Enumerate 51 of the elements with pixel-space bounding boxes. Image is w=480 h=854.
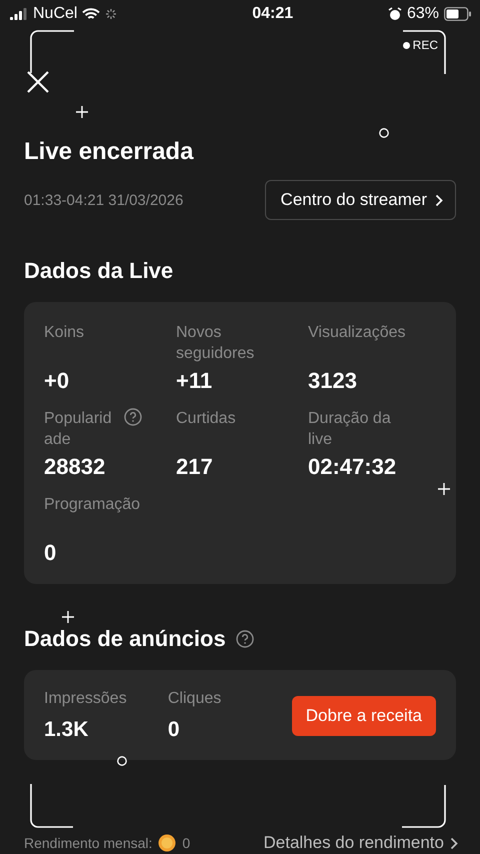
chevron-icon [450,836,458,850]
signal-icon [10,8,28,20]
stat-value: 1.3K [44,718,90,742]
crosshair-icon [438,483,450,495]
chevron-icon [435,194,443,206]
stat-value: 0 [168,718,181,742]
streamer-center-button[interactable]: Centro do streamer [264,180,456,220]
crosshair-icon [62,611,74,623]
monthly-income-label: Rendimento mensal: [24,835,152,851]
crosshair-icon [76,106,88,118]
section-title: Dados da Live [24,258,174,284]
coin-icon [158,834,176,852]
stat-label: Koins [44,323,84,343]
help-icon[interactable] [236,630,254,648]
stat-value: 0 [44,540,58,566]
stat-value: +11 [176,368,214,394]
alarm-icon [388,7,402,21]
stat-label: Cliques [168,690,222,708]
live-time-range: 01:33-04:21 31/03/2026 [24,192,184,208]
battery-percent: 63% [406,5,439,23]
frame-corner-icon [402,30,446,74]
circle-icon [117,756,127,766]
status-time: 04:21 [252,5,294,23]
stat-label: Programação [44,495,140,515]
stat-value: 28832 [44,454,106,480]
section-title: Dados de anúncios [24,626,226,652]
stat-value: 02:47:32 [308,454,398,480]
frame-corner-icon [402,784,446,828]
stat-value: +0 [44,368,70,394]
carrier-name: NuCel [33,5,78,23]
circle-icon [379,128,389,138]
monthly-income-value: 0 [182,835,190,851]
frame-corner-icon [30,784,74,828]
stat-label: Visualizações [308,323,406,343]
wifi-icon [82,8,100,20]
stat-label: Popularidade [44,409,113,450]
stat-value: 217 [176,454,214,480]
loading-icon [105,8,118,20]
rec-label: REC [412,38,438,52]
double-revenue-button[interactable]: Dobre a receita [292,696,436,736]
stat-label: Duração da live [308,409,392,450]
frame-corner-icon [30,30,74,74]
stat-label: Novos seguidores [176,323,256,364]
income-details-link[interactable]: Detalhes do rendimento [263,833,458,853]
record-dot-icon [402,42,410,48]
stat-value: 3123 [308,368,358,394]
help-icon[interactable] [124,408,142,426]
stat-label: Impressões [44,690,128,708]
page-title: Live encerrada [24,138,195,166]
battery-icon [444,7,472,21]
stat-label: Curtidas [176,409,236,429]
